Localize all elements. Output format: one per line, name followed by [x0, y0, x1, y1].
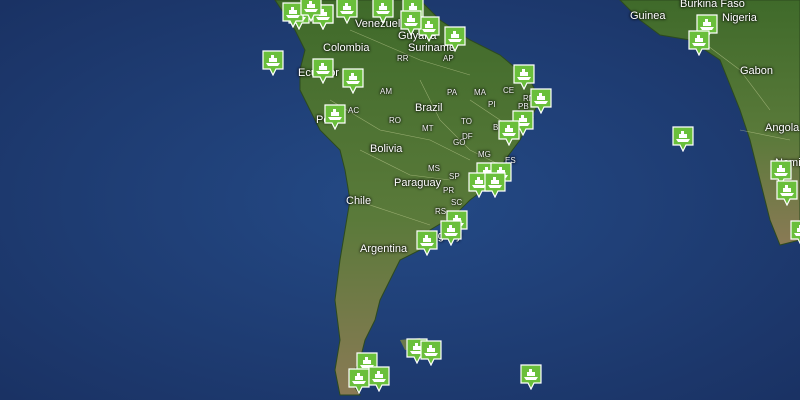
cruise-ship-icon: [520, 364, 542, 390]
cruise-ship-marker[interactable]: [444, 26, 466, 52]
cruise-ship-icon: [342, 68, 364, 94]
cruise-ship-icon: [372, 0, 394, 24]
cruise-ship-marker[interactable]: [420, 340, 442, 366]
cruise-ship-icon: [336, 0, 358, 24]
cruise-ship-icon: [440, 220, 462, 246]
cruise-ship-marker[interactable]: [672, 126, 694, 152]
cruise-ship-icon: [444, 26, 466, 52]
cruise-ship-marker[interactable]: [776, 180, 798, 206]
cruise-ship-icon: [484, 172, 506, 198]
cruise-ship-marker[interactable]: [790, 220, 800, 246]
cruise-ship-marker[interactable]: [368, 366, 390, 392]
cruise-ship-marker[interactable]: [440, 220, 462, 246]
cruise-ship-marker[interactable]: [342, 68, 364, 94]
cruise-ship-icon: [416, 230, 438, 256]
cruise-ship-icon: [400, 10, 422, 36]
cruise-ship-icon: [776, 180, 798, 206]
cruise-ship-icon: [513, 64, 535, 90]
map-base: [0, 0, 800, 400]
cruise-ship-icon: [368, 366, 390, 392]
cruise-ship-marker[interactable]: [312, 58, 334, 84]
cruise-ship-marker[interactable]: [520, 364, 542, 390]
cruise-ship-icon: [324, 104, 346, 130]
cruise-ship-icon: [420, 340, 442, 366]
cruise-ship-marker[interactable]: [688, 30, 710, 56]
cruise-ship-icon: [312, 58, 334, 84]
cruise-ship-icon: [688, 30, 710, 56]
cruise-ship-marker[interactable]: [324, 104, 346, 130]
cruise-ship-icon: [498, 120, 520, 146]
cruise-ship-marker[interactable]: [336, 0, 358, 24]
cruise-ship-icon: [348, 368, 370, 394]
cruise-ship-marker[interactable]: [300, 0, 322, 22]
cruise-ship-icon: [672, 126, 694, 152]
cruise-ship-icon: [300, 0, 322, 22]
cruise-ship-marker[interactable]: [416, 230, 438, 256]
cruise-ship-icon: [262, 50, 284, 76]
cruise-ship-marker[interactable]: [498, 120, 520, 146]
cruise-ship-marker[interactable]: [348, 368, 370, 394]
cruise-ship-marker[interactable]: [372, 0, 394, 24]
map-canvas[interactable]: Venezuela Guyana Suriname Colombia Ecuad…: [0, 0, 800, 400]
cruise-ship-icon: [790, 220, 800, 245]
cruise-ship-marker[interactable]: [484, 172, 506, 198]
cruise-ship-marker[interactable]: [513, 64, 535, 90]
cruise-ship-marker[interactable]: [400, 10, 422, 36]
cruise-ship-marker[interactable]: [262, 50, 284, 76]
